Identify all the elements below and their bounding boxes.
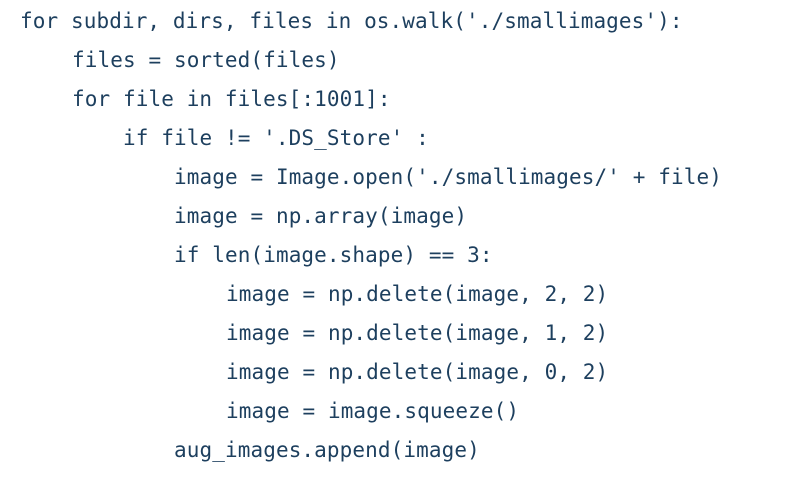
code-line-1: for subdir, dirs, files in os.walk('./sm…: [20, 9, 683, 33]
code-line-9: image = np.delete(image, 1, 2): [226, 321, 609, 345]
code-line-5: image = Image.open('./smallimages/' + fi…: [174, 165, 722, 189]
code-line-6: image = np.array(image): [174, 204, 468, 228]
code-line-7: if len(image.shape) == 3:: [174, 243, 493, 267]
code-line-11: image = image.squeeze(): [226, 399, 520, 423]
code-line-2: files = sorted(files): [72, 48, 340, 72]
code-line-12: aug_images.append(image): [174, 438, 480, 462]
code-block: for subdir, dirs, files in os.walk('./sm…: [0, 0, 800, 483]
code-line-8: image = np.delete(image, 2, 2): [226, 282, 609, 306]
code-line-3: for file in files[:1001]:: [72, 87, 391, 111]
code-line-10: image = np.delete(image, 0, 2): [226, 360, 609, 384]
code-line-4: if file != '.DS_Store' :: [123, 126, 429, 150]
